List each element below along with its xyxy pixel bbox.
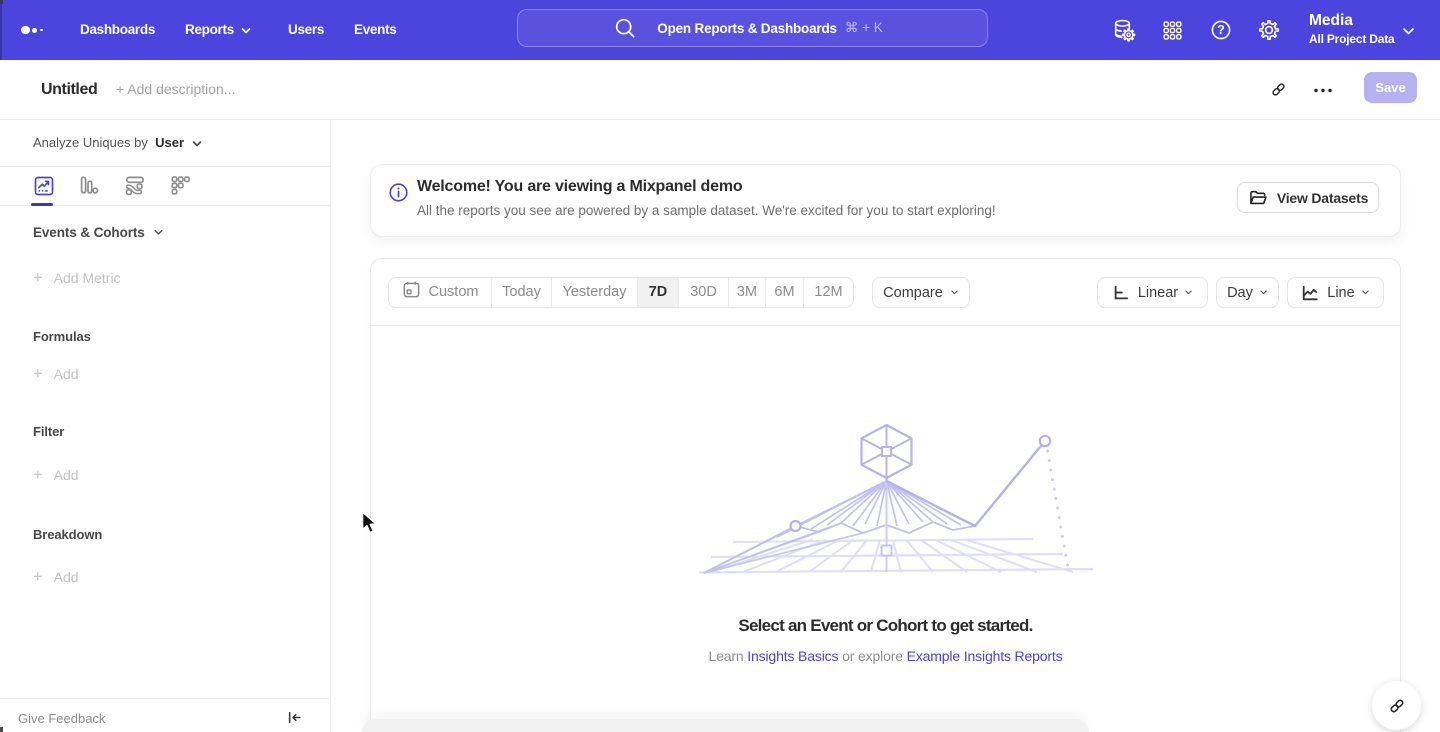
svg-text:?: ? (1217, 23, 1225, 37)
